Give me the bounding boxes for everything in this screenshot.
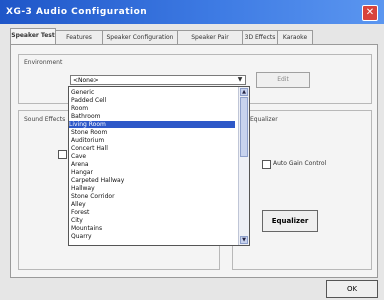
list-item[interactable]: Quarry: [71, 233, 92, 240]
list-scrollbar[interactable]: ▲ ▼: [238, 87, 249, 245]
list-item[interactable]: City: [71, 217, 83, 224]
close-button[interactable]: ✕: [362, 5, 378, 21]
list-item[interactable]: Hallway: [71, 185, 95, 192]
list-item[interactable]: Generic: [71, 89, 94, 96]
tab-karaoke[interactable]: Karaoke: [277, 30, 313, 44]
equalizer-group: [232, 110, 372, 270]
tab-speaker-pair[interactable]: Speaker Pair: [177, 30, 243, 44]
scroll-up-icon[interactable]: ▲: [240, 88, 248, 96]
auto-gain-checkbox[interactable]: [262, 160, 271, 169]
list-item[interactable]: Stone Room: [71, 129, 107, 136]
effect-checkbox[interactable]: [58, 150, 67, 159]
list-item[interactable]: Living Room: [69, 121, 235, 128]
list-item[interactable]: Concert Hall: [71, 145, 108, 152]
list-item[interactable]: Auditorium: [71, 137, 104, 144]
ok-button[interactable]: OK: [326, 280, 378, 298]
scroll-thumb[interactable]: [240, 97, 248, 157]
environment-select[interactable]: <None> ▼: [70, 75, 246, 85]
tab-speaker-test[interactable]: Speaker Test: [10, 28, 56, 44]
list-item[interactable]: Arena: [71, 161, 89, 168]
list-item[interactable]: Forest: [71, 209, 89, 216]
environment-group-label: Environment: [24, 59, 63, 66]
list-item[interactable]: Bathroom: [71, 113, 100, 120]
edit-button[interactable]: Edit: [256, 72, 310, 88]
window-title: XG-3 Audio Configuration: [6, 7, 148, 17]
title-bar: XG-3 Audio Configuration ✕: [0, 0, 384, 24]
list-item[interactable]: Padded Cell: [71, 97, 106, 104]
list-item[interactable]: Mountains: [71, 225, 102, 232]
list-item[interactable]: Room: [71, 105, 88, 112]
equalizer-group-label: Equalizer: [250, 116, 278, 123]
tab-3d-effects[interactable]: 3D Effects: [242, 30, 278, 44]
tab-features[interactable]: Features: [55, 30, 103, 44]
chevron-down-icon[interactable]: ▼: [235, 76, 245, 84]
list-item[interactable]: Carpeted Hallway: [71, 177, 124, 184]
auto-gain-label: Auto Gain Control: [273, 160, 327, 167]
equalizer-button[interactable]: Equalizer: [262, 210, 318, 232]
sound-effects-group-label: Sound Effects: [24, 116, 66, 123]
list-item[interactable]: Stone Corridor: [71, 193, 115, 200]
list-item[interactable]: Hangar: [71, 169, 93, 176]
tab-speaker-configuration[interactable]: Speaker Configuration: [102, 30, 178, 44]
environment-dropdown-list[interactable]: Generic Padded Cell Room Bathroom Living Roo…: [68, 86, 250, 246]
environment-selected-value: <None>: [73, 77, 99, 84]
list-item[interactable]: Cave: [71, 153, 86, 160]
scroll-down-icon[interactable]: ▼: [240, 236, 248, 244]
list-item[interactable]: Alley: [71, 201, 86, 208]
